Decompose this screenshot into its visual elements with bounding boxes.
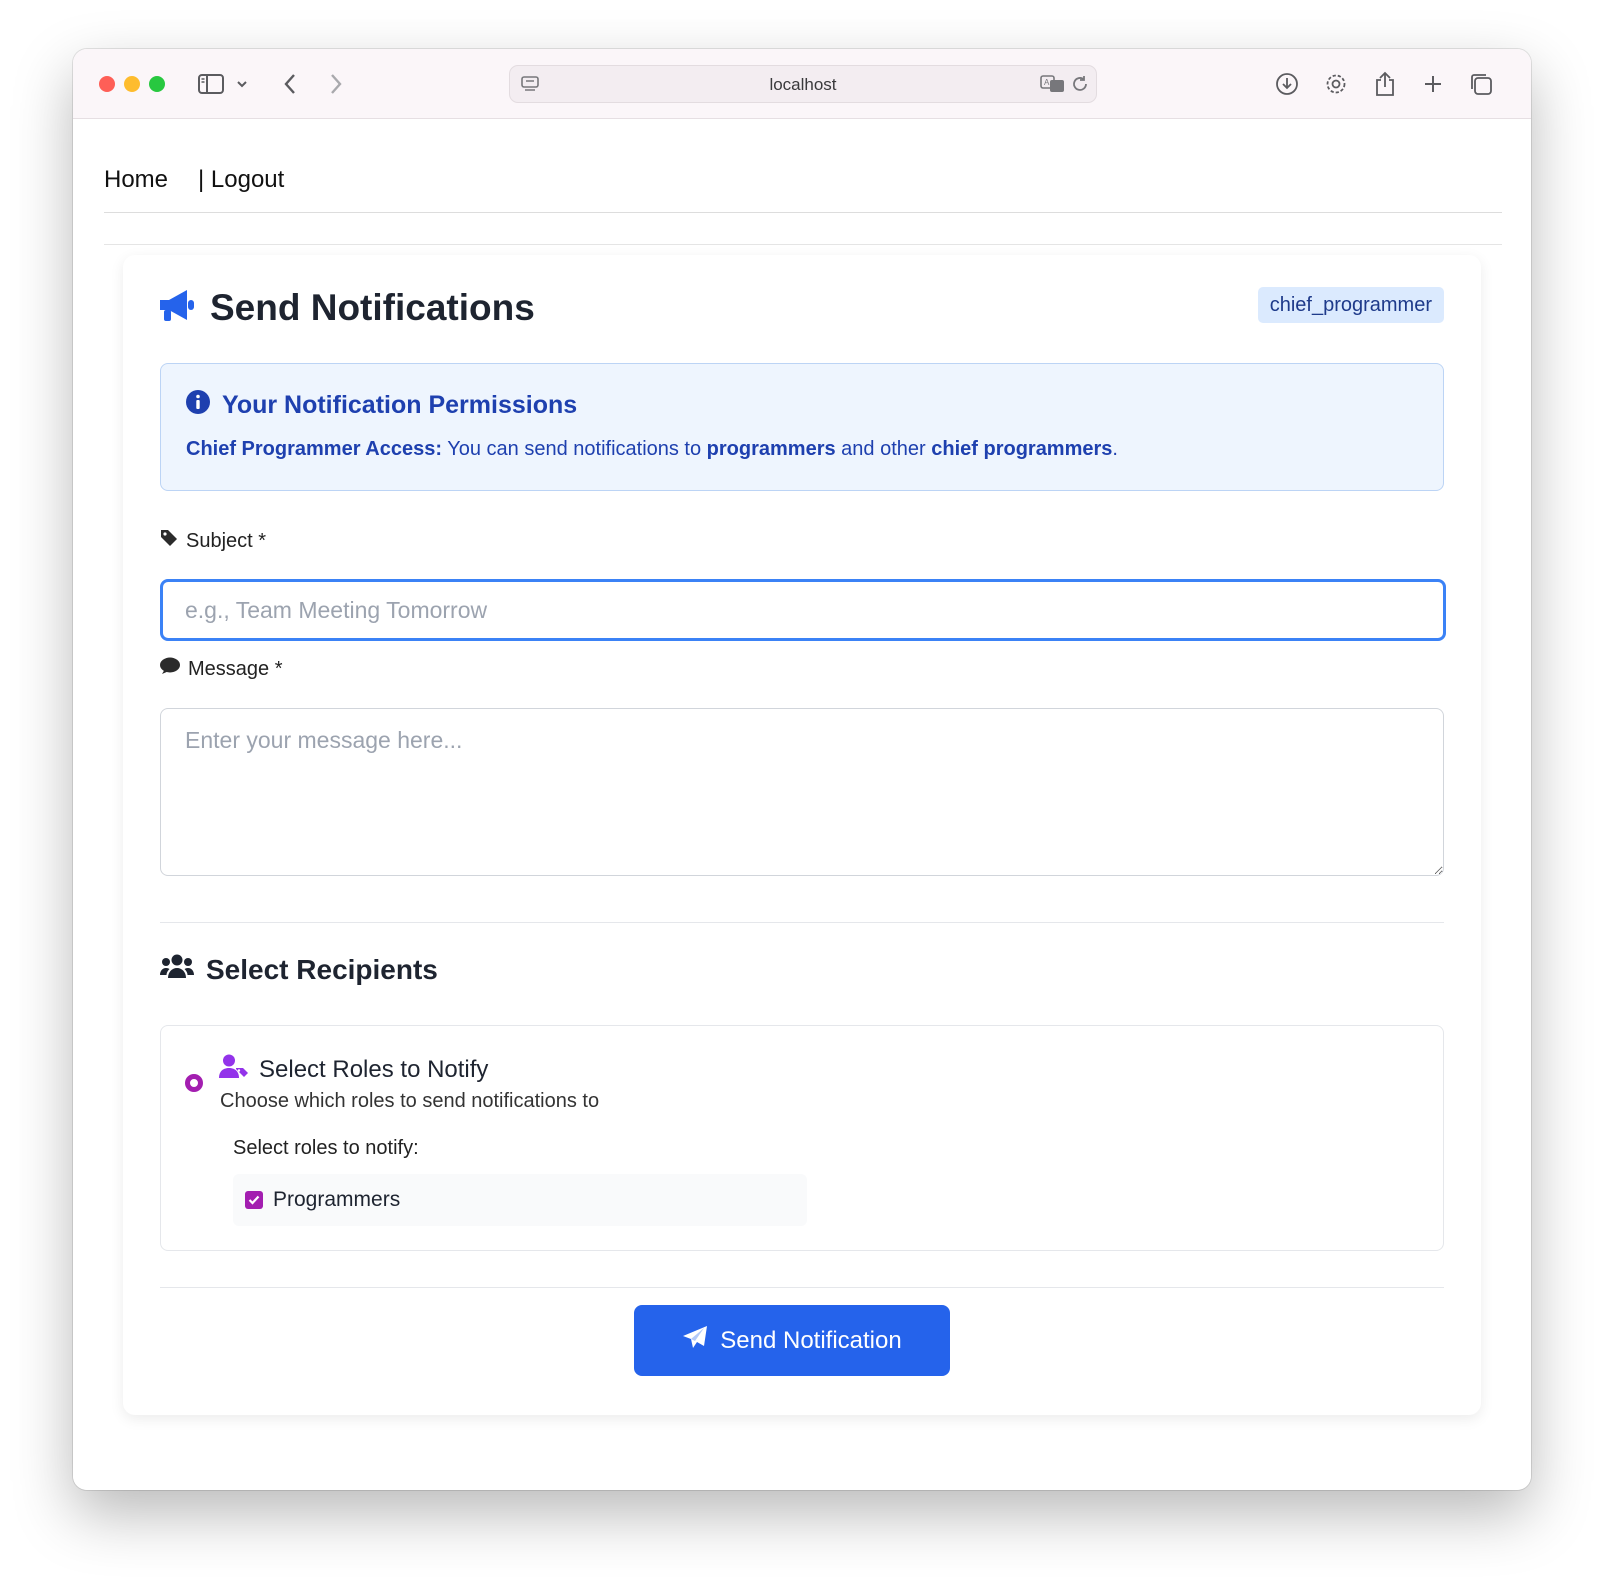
tab-overview-icon[interactable] <box>1466 69 1496 99</box>
form-divider <box>160 922 1444 923</box>
recipients-section-title: Select Recipients <box>160 953 438 986</box>
page-title-text: Send Notifications <box>210 287 535 328</box>
new-tab-plus-icon[interactable] <box>1418 69 1448 99</box>
page-content: Home | Logout Send Notifications chief_p… <box>73 119 1531 1490</box>
role-option-programmers[interactable]: Programmers <box>233 1174 807 1226</box>
programmers-bold: programmers <box>706 438 836 460</box>
svg-text:A: A <box>1044 78 1050 87</box>
nav-divider <box>104 244 1502 245</box>
back-icon[interactable] <box>275 69 305 99</box>
roles-option-description: Choose which roles to send notifications… <box>220 1090 600 1112</box>
access-label: Chief Programmer Access: <box>186 438 443 460</box>
send-notification-label: Send Notification <box>720 1326 902 1354</box>
subject-label: Subject * <box>160 529 266 553</box>
minimize-window-button[interactable] <box>124 76 140 92</box>
roles-list-label: Select roles to notify: <box>233 1137 419 1159</box>
nav-home-link[interactable]: Home <box>104 166 168 194</box>
settings-gear-icon[interactable] <box>1321 69 1351 99</box>
nav-logout-link[interactable]: | Logout <box>198 166 284 194</box>
subject-input[interactable] <box>160 579 1446 641</box>
chief-programmers-bold: chief programmers <box>931 438 1113 460</box>
url-text[interactable]: localhost <box>510 75 1096 95</box>
chevron-down-icon[interactable] <box>232 69 252 99</box>
permissions-text-1: You can send notifications to <box>442 438 707 460</box>
address-bar[interactable]: localhost A <box>509 65 1097 103</box>
browser-window: localhost A Home | Logout Send Notificat… <box>73 49 1531 1490</box>
roles-option-title-text: Select Roles to Notify <box>259 1055 489 1083</box>
forward-icon[interactable] <box>321 69 351 99</box>
message-label-text: Message * <box>188 657 283 680</box>
info-circle-icon <box>186 390 210 421</box>
programmers-checkbox[interactable] <box>245 1191 263 1209</box>
user-tag-icon <box>219 1054 249 1085</box>
tag-icon <box>160 529 178 553</box>
actions-divider <box>160 1287 1444 1288</box>
browser-toolbar: localhost A <box>73 49 1531 119</box>
reload-icon[interactable] <box>1070 74 1090 99</box>
bullhorn-icon <box>158 288 196 329</box>
maximize-window-button[interactable] <box>149 76 165 92</box>
message-textarea[interactable] <box>160 708 1444 876</box>
permissions-text-2: and other <box>835 438 932 460</box>
subject-label-text: Subject * <box>186 529 267 552</box>
roles-radio[interactable] <box>185 1074 203 1092</box>
permissions-title: Your Notification Permissions <box>186 390 577 421</box>
permissions-text-3: . <box>1112 438 1118 460</box>
recipient-option-roles: Select Roles to Notify Choose which role… <box>160 1025 1444 1251</box>
top-navigation: Home | Logout <box>104 119 1502 213</box>
translate-icon[interactable]: A <box>1040 74 1066 99</box>
paper-plane-icon <box>682 1325 708 1356</box>
send-notification-button[interactable]: Send Notification <box>634 1305 950 1376</box>
share-icon[interactable] <box>1370 69 1400 99</box>
send-notifications-card: Send Notifications chief_programmer Your… <box>123 255 1481 1415</box>
permissions-info-box: Your Notification Permissions Chief Prog… <box>160 363 1444 491</box>
users-icon <box>160 953 194 986</box>
roles-option-title: Select Roles to Notify <box>219 1054 488 1085</box>
message-label: Message * <box>160 657 283 681</box>
permissions-title-text: Your Notification Permissions <box>222 391 578 419</box>
permissions-description: Chief Programmer Access: You can send no… <box>186 438 1118 461</box>
recipients-section-title-text: Select Recipients <box>206 953 438 985</box>
downloads-icon[interactable] <box>1272 69 1302 99</box>
role-badge: chief_programmer <box>1257 287 1444 323</box>
page-title: Send Notifications <box>158 283 535 333</box>
comment-icon <box>160 657 180 681</box>
close-window-button[interactable] <box>99 76 115 92</box>
programmers-label: Programmers <box>273 1188 401 1211</box>
sidebar-toggle-icon[interactable] <box>196 69 226 99</box>
